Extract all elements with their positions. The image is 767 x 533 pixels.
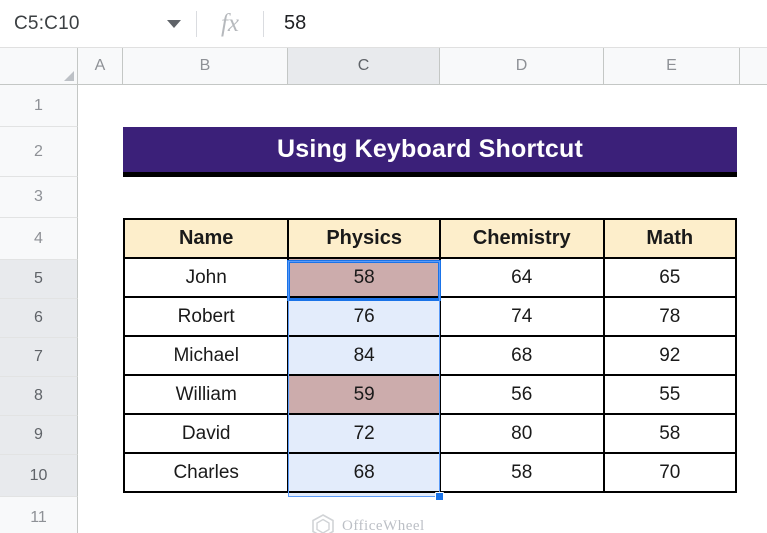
table-header-math[interactable]: Math [602,218,738,259]
row-header-label: 3 [34,188,43,205]
row-header-label: 2 [34,142,43,160]
cell-physics-5[interactable]: 58 [287,257,441,298]
row-header-2[interactable]: 2 [0,127,78,177]
cell-math-6[interactable]: 78 [602,296,738,337]
row-header-label: 4 [34,229,43,247]
fill-handle[interactable] [435,492,444,501]
column-header-c[interactable]: C [288,48,440,85]
cell-physics-9[interactable]: 72 [287,413,441,454]
column-header-label: C [357,57,370,74]
cell-physics-6[interactable]: 76 [287,296,441,337]
row-header-4[interactable]: 4 [0,218,78,260]
fx-icon: fx [220,9,240,37]
cell-chemistry-7[interactable]: 68 [438,335,605,376]
cell-name-10[interactable]: Charles [122,452,290,493]
cell-chemistry-6[interactable]: 74 [438,296,605,337]
data-table: Name Physics Chemistry Math John 58 64 65 Robert… [122,218,738,493]
cell-math-8[interactable]: 55 [602,374,738,415]
cell-name-7[interactable]: Michael [122,335,290,376]
cell-name-8[interactable]: William [122,374,290,415]
table-header-physics[interactable]: Physics [287,218,441,259]
row-header-label: 5 [34,270,43,287]
table-row: John 58 64 65 [122,257,738,298]
row-header-3[interactable]: 3 [0,177,78,218]
row-header-11[interactable]: 11 [0,497,78,533]
cell-name-5[interactable]: John [122,257,290,298]
select-all-corner[interactable] [0,48,78,85]
row-header-label: 10 [29,466,48,484]
hexagon-logo-icon [312,514,334,533]
cell-chemistry-5[interactable]: 64 [438,257,605,298]
row-header-label: 1 [34,96,43,114]
column-header-label: B [199,57,211,74]
watermark: OfficeWheel [310,513,425,533]
report-title-banner: Using Keyboard Shortcut [123,127,737,177]
column-header-a[interactable]: A [78,48,123,85]
name-box[interactable]: C5:C10 [0,0,152,48]
row-header-5[interactable]: 5 [0,260,78,299]
cell-chemistry-9[interactable]: 80 [438,413,605,454]
column-header-e[interactable]: E [604,48,740,85]
column-header-row: A B C D E [78,48,767,85]
row-header-label: 6 [34,309,43,326]
row-header-label: 7 [34,348,43,365]
cell-physics-10[interactable]: 68 [287,452,441,493]
row-header-1[interactable]: 1 [0,85,78,127]
cell-math-5[interactable]: 65 [602,257,738,298]
cell-chemistry-8[interactable]: 56 [438,374,605,415]
table-header-name[interactable]: Name [122,218,290,259]
table-row: Charles 68 58 70 [122,452,738,493]
table-row: Michael 84 68 92 [122,335,738,376]
column-header-d[interactable]: D [440,48,604,85]
cell-physics-7[interactable]: 84 [287,335,441,376]
formula-bar: C5:C10 fx 58 [0,0,767,48]
column-header-label: D [515,57,528,74]
cell-chemistry-10[interactable]: 58 [438,452,605,493]
column-header-label: E [666,57,677,74]
cell-math-9[interactable]: 58 [602,413,738,454]
row-header-9[interactable]: 9 [0,416,78,455]
formula-input[interactable]: 58 [264,0,767,48]
row-header-7[interactable]: 7 [0,338,78,377]
row-header-10[interactable]: 10 [0,455,78,497]
row-header-column: 1 2 3 4 5 6 7 8 9 10 11 [0,85,78,533]
cell-name-6[interactable]: Robert [122,296,290,337]
cell-math-10[interactable]: 70 [602,452,738,493]
cell-area: Using Keyboard Shortcut Name Physics Chemi… [78,85,767,533]
cell-math-7[interactable]: 92 [602,335,738,376]
name-box-value[interactable]: C5:C10 [14,13,80,35]
column-header-f[interactable] [740,48,767,85]
page-title: Using Keyboard Shortcut [276,135,584,163]
cell-name-9[interactable]: David [122,413,290,454]
spreadsheet-app: C5:C10 fx 58 ABCDE 1 2 3 4 5 6 7 8 9 10 11 Using K… [0,0,767,533]
row-header-label: 11 [30,509,47,526]
row-header-6[interactable]: 6 [0,299,78,338]
table-row: William 59 56 55 [122,374,738,415]
row-header-8[interactable]: 8 [0,377,78,416]
chevron-down-icon[interactable] [152,0,196,48]
table-row: Robert 76 74 78 [122,296,738,337]
watermark-text: OfficeWheel [342,517,425,533]
table-header-chemistry[interactable]: Chemistry [438,218,605,259]
row-header-label: 9 [34,426,43,443]
column-header-b[interactable]: B [123,48,288,85]
column-header-label: A [94,57,106,74]
cell-physics-8[interactable]: 59 [287,374,441,415]
table-header-row: Name Physics Chemistry Math [122,218,738,259]
row-header-label: 8 [34,387,43,404]
spreadsheet-grid: ABCDE 1 2 3 4 5 6 7 8 9 10 11 Using Keyboard Short… [0,48,767,533]
table-row: David 72 80 58 [122,413,738,454]
